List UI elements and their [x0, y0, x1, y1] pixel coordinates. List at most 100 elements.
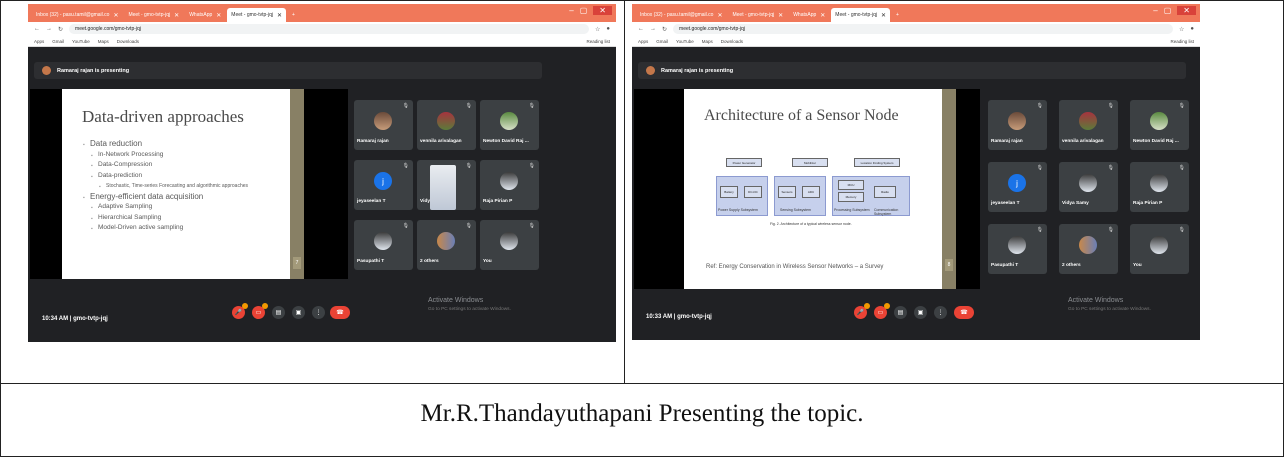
tab-whatsapp[interactable]: WhatsApp ✕ [789, 8, 829, 22]
avatar [1150, 236, 1168, 254]
activate-windows-watermark: Activate Windows Go to PC settings to ac… [428, 296, 511, 314]
url-field[interactable]: meet.google.com/gmo-tvtp-jqj [673, 24, 1173, 34]
close-icon[interactable]: ✕ [717, 12, 722, 19]
minimize-icon[interactable]: – [569, 6, 573, 15]
bookmark-youtube[interactable]: YouTube [676, 39, 694, 44]
close-icon[interactable]: ✕ [778, 12, 783, 19]
bookmark-gmail[interactable]: Gmail [656, 39, 668, 44]
tab-meet[interactable]: Meet - gmo-tvtp-jqj ✕ [124, 8, 183, 22]
participant-tile[interactable]: 🎙 Raja Pirian P [1130, 162, 1189, 212]
bookmark-youtube[interactable]: YouTube [72, 39, 90, 44]
participant-tile[interactable]: 🎙 Vidya Samy [1059, 162, 1118, 212]
window-close-icon[interactable]: ✕ [593, 6, 612, 15]
participant-tile[interactable]: 🎙 Newton David Raj ... [480, 100, 539, 150]
tab-meet-active[interactable]: Meet - gmo-tvtp-jqj ✕ [227, 8, 287, 22]
mic-icon: 🎙 [465, 223, 472, 229]
maximize-icon[interactable]: ▢ [580, 6, 588, 15]
close-icon[interactable]: ✕ [881, 12, 886, 19]
avatar [1008, 112, 1026, 130]
back-icon[interactable]: ← [638, 26, 644, 32]
mic-off-icon[interactable]: 🎤 [854, 303, 870, 319]
present-icon[interactable]: ▣ [914, 306, 927, 319]
reload-icon[interactable]: ↻ [662, 26, 667, 33]
participant-tile[interactable]: 🎙 2 others [417, 220, 476, 270]
camera-off-icon[interactable]: ▭ [252, 303, 268, 319]
diagram-label: Power Supply Subsystem [718, 208, 758, 212]
participant-tile[interactable]: 🎙 Ramaraj rajan [988, 100, 1047, 150]
tab-meet[interactable]: Meet - gmo-tvtp-jqj ✕ [728, 8, 787, 22]
tab-whatsapp[interactable]: WhatsApp ✕ [185, 8, 225, 22]
present-icon[interactable]: ▣ [292, 306, 305, 319]
diagram-label: Communication Subsystem [874, 208, 899, 216]
close-icon[interactable]: ✕ [174, 12, 179, 19]
forward-icon[interactable]: → [46, 26, 52, 32]
tab-label: Meet - gmo-tvtp-jqj [128, 12, 171, 18]
maximize-icon[interactable]: ▢ [1164, 6, 1172, 15]
bookmark-apps[interactable]: Apps [638, 39, 648, 44]
bookmark-gmail[interactable]: Gmail [52, 39, 64, 44]
camera-off-icon[interactable]: ▭ [874, 303, 890, 319]
participant-tile[interactable]: 🎙 Newton David Raj ... [1130, 100, 1189, 150]
participant-tile[interactable]: 🎙 vennila arivalagan [1059, 100, 1118, 150]
new-tab-button[interactable]: + [288, 8, 299, 22]
close-icon[interactable]: ✕ [820, 12, 825, 19]
tab-gmail[interactable]: Inbox (32) - pasu.tamil@gmail.co ✕ [636, 8, 726, 22]
mic-icon: 🎙 [402, 103, 409, 109]
more-icon[interactable]: ⋮ [312, 306, 325, 319]
participant-tile[interactable]: 🎙 j jeyaseelan T [354, 160, 413, 210]
activate-windows-watermark: Activate Windows Go to PC settings to ac… [1068, 296, 1151, 314]
more-icon[interactable]: ⋮ [934, 306, 947, 319]
profile-icon[interactable]: ● [1190, 26, 1194, 32]
new-tab-button[interactable]: + [892, 8, 903, 22]
participant-tile[interactable]: 🎙 2 others [1059, 224, 1118, 274]
bookmark-downloads[interactable]: Downloads [721, 39, 743, 44]
slide-bullet: Data-Compression [91, 160, 290, 171]
tab-gmail[interactable]: Inbox (32) - pasu.tamil@gmail.co ✕ [32, 8, 122, 22]
close-icon[interactable]: ✕ [113, 12, 118, 19]
star-icon[interactable]: ☆ [595, 26, 600, 33]
participant-name: Newton David Raj ... [1133, 139, 1179, 144]
end-call-icon[interactable]: ☎ [954, 306, 974, 319]
url-field[interactable]: meet.google.com/gmo-tvtp-jqj [69, 24, 589, 34]
slide-title: Architecture of a Sensor Node [704, 107, 899, 124]
slide-bullet: Data-prediction [91, 171, 290, 181]
activate-sub: Go to PC settings to activate Windows. [1068, 307, 1151, 312]
captions-icon[interactable]: ▤ [894, 306, 907, 319]
back-icon[interactable]: ← [34, 26, 40, 32]
participant-tile[interactable]: 🎙 Pasupathi T [354, 220, 413, 270]
participant-tile[interactable]: 🎙 You [1130, 224, 1189, 274]
address-bar: ← → ↻ meet.google.com/gmo-tvtp-jqj ☆ ● [632, 22, 1200, 36]
tab-label: Inbox (32) - pasu.tamil@gmail.co [640, 12, 714, 18]
bookmarks-bar: Apps Gmail YouTube Maps Downloads Readin… [28, 36, 616, 47]
star-icon[interactable]: ☆ [1179, 26, 1184, 33]
end-call-icon[interactable]: ☎ [330, 306, 350, 319]
diagram-label: Sensing Subsystem [780, 208, 811, 212]
participant-tile[interactable]: 🎙 Ramaraj rajan [354, 100, 413, 150]
bookmark-apps[interactable]: Apps [34, 39, 44, 44]
bookmark-maps[interactable]: Maps [702, 39, 713, 44]
window-close-icon[interactable]: ✕ [1177, 6, 1196, 15]
close-icon[interactable]: ✕ [216, 12, 221, 19]
bookmark-downloads[interactable]: Downloads [117, 39, 139, 44]
participant-tile[interactable]: 🎙 j jeyaseelan T [988, 162, 1047, 212]
participant-tile[interactable]: 🎙 You [480, 220, 539, 270]
forward-icon[interactable]: → [650, 26, 656, 32]
minimize-icon[interactable]: – [1153, 6, 1157, 15]
tab-meet-active[interactable]: Meet - gmo-tvtp-jqj ✕ [831, 8, 891, 22]
slide-reference: Ref: Energy Conservation in Wireless Sen… [706, 264, 884, 270]
tab-label: WhatsApp [793, 12, 817, 18]
reload-icon[interactable]: ↻ [58, 26, 63, 33]
participant-tile[interactable]: 🎙 Raja Pirian P [480, 160, 539, 210]
mic-off-icon[interactable]: 🎤 [232, 303, 248, 319]
document-caption: Mr.R.Thandayuthapani Presenting the topi… [420, 400, 864, 427]
profile-icon[interactable]: ● [606, 26, 610, 32]
reading-list[interactable]: Reading list [586, 39, 610, 44]
close-icon[interactable]: ✕ [277, 12, 282, 19]
reading-list[interactable]: Reading list [1170, 39, 1194, 44]
participant-tile[interactable]: 🎙 Pasupathi T [988, 224, 1047, 274]
bookmark-maps[interactable]: Maps [98, 39, 109, 44]
participant-tile[interactable]: 🎙 vennila arivalagan [417, 100, 476, 150]
window-controls: – ▢ ✕ [569, 6, 612, 15]
avatar [1079, 174, 1097, 192]
captions-icon[interactable]: ▤ [272, 306, 285, 319]
